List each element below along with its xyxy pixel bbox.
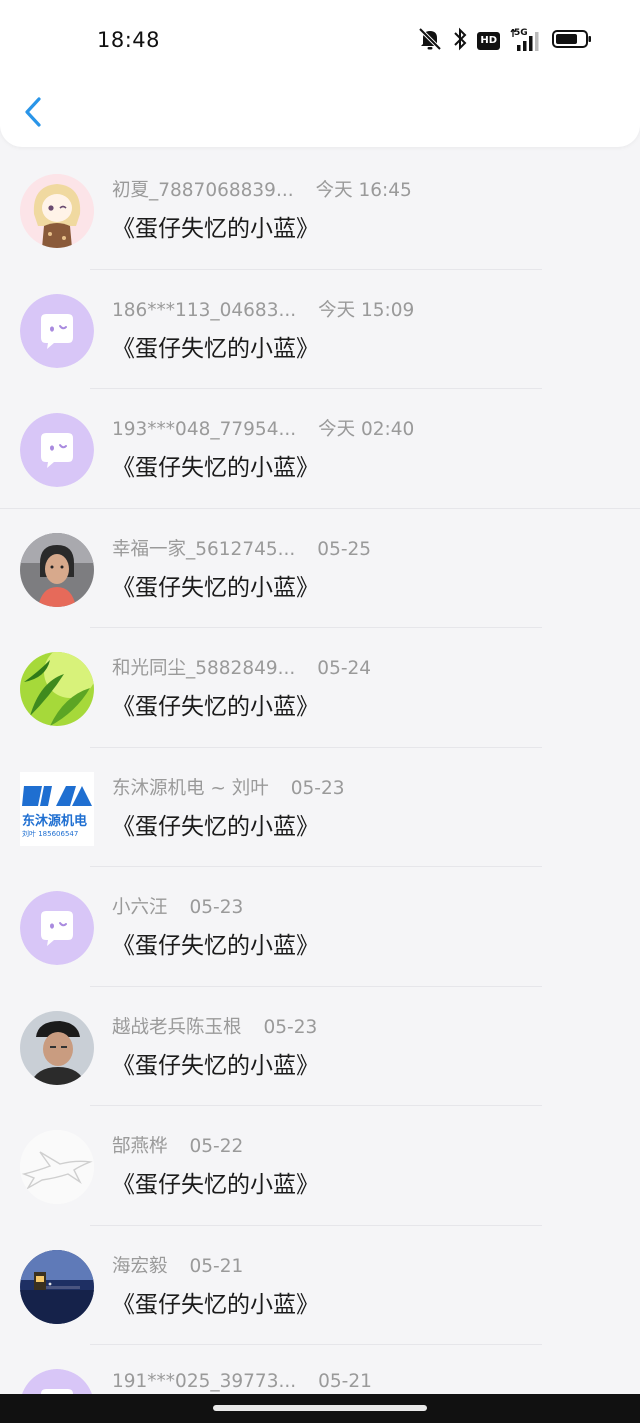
5g-signal-icon: 5G: [510, 28, 542, 53]
default-chat-avatar-icon: [20, 891, 94, 965]
row-date: 今天 15:09: [318, 299, 415, 321]
default-chat-avatar-icon: [20, 293, 94, 368]
row-message: 《蛋仔失忆的小蓝》: [112, 455, 319, 481]
sender-name: 191***025_39773...: [112, 1371, 297, 1392]
sender-name: 193***048_77954...: [112, 419, 297, 440]
hd-icon: HD: [477, 32, 500, 50]
avatar[interactable]: [20, 532, 94, 607]
row-message: 《蛋仔失忆的小蓝》: [112, 1172, 319, 1198]
row-date: 05-21: [189, 1255, 244, 1277]
message-list[interactable]: 初夏_7887068839... 今天 16:45 《蛋仔失忆的小蓝》 186**…: [0, 150, 640, 1394]
avatar[interactable]: [20, 652, 94, 726]
list-item[interactable]: 海宏毅 05-21 《蛋仔失忆的小蓝》: [0, 1226, 640, 1345]
list-item[interactable]: 越战老兵陈玉根 05-23 《蛋仔失忆的小蓝》: [0, 987, 640, 1106]
sender-name: 海宏毅: [112, 1255, 168, 1277]
list-item[interactable]: 幸福一家_5612745... 05-25 《蛋仔失忆的小蓝》: [0, 509, 640, 628]
battery-icon: [552, 28, 592, 54]
default-chat-avatar-icon: [20, 413, 94, 487]
list-item[interactable]: 186***113_04683... 今天 15:09 《蛋仔失忆的小蓝》: [0, 270, 640, 389]
avatar[interactable]: [20, 891, 94, 965]
list-item[interactable]: 191***025_39773... 05-21: [0, 1345, 640, 1394]
row-meta: 海宏毅 05-21: [112, 1252, 243, 1278]
row-message: 《蛋仔失忆的小蓝》: [112, 335, 319, 362]
status-icons: HD 5G: [417, 27, 592, 55]
avatar[interactable]: 东沐源机电 刘叶 185606547: [20, 771, 94, 846]
row-date: 今天 02:40: [318, 419, 415, 440]
row-meta: 191***025_39773... 05-21: [112, 1371, 372, 1392]
row-message: 《蛋仔失忆的小蓝》: [112, 1291, 319, 1318]
row-date: 05-23: [189, 897, 244, 918]
sender-name: 和光同尘_5882849...: [112, 658, 296, 679]
bluetooth-icon: [453, 27, 467, 55]
logo-subtext: 刘叶 185606547: [22, 829, 79, 838]
row-meta: 幸福一家_5612745... 05-25: [112, 535, 371, 561]
row-meta: 小六汪 05-23: [112, 893, 243, 919]
row-date: 05-23: [290, 777, 345, 799]
avatar[interactable]: [20, 1010, 94, 1085]
row-meta: 和光同尘_5882849... 05-24: [112, 654, 371, 680]
avatar[interactable]: [20, 413, 94, 487]
avatar[interactable]: [20, 293, 94, 368]
row-message: 《蛋仔失忆的小蓝》: [112, 1052, 319, 1079]
sender-name: 幸福一家_5612745...: [112, 538, 296, 560]
row-message: 《蛋仔失忆的小蓝》: [112, 694, 319, 720]
sender-name: 186***113_04683...: [112, 299, 297, 321]
avatar[interactable]: [20, 1249, 94, 1324]
list-item[interactable]: 和光同尘_5882849... 05-24 《蛋仔失忆的小蓝》: [0, 628, 640, 748]
row-date: 05-25: [317, 538, 372, 560]
default-chat-avatar-icon: [22, 1369, 92, 1394]
sender-name: 越战老兵陈玉根: [112, 1016, 242, 1038]
row-message: 《蛋仔失忆的小蓝》: [112, 574, 319, 601]
sender-name: 小六汪: [112, 897, 168, 918]
sender-name: 初夏_7887068839...: [112, 180, 294, 201]
logo-text: 东沐源机电: [22, 813, 88, 829]
list-item[interactable]: 小六汪 05-23 《蛋仔失忆的小蓝》: [0, 867, 640, 987]
row-date: 05-24: [317, 658, 372, 679]
list-item[interactable]: 初夏_7887068839... 今天 16:45 《蛋仔失忆的小蓝》: [0, 150, 640, 270]
back-button[interactable]: [18, 92, 52, 132]
row-message: 《蛋仔失忆的小蓝》: [112, 813, 319, 840]
row-meta: 186***113_04683... 今天 15:09: [112, 296, 414, 322]
row-message: 《蛋仔失忆的小蓝》: [112, 933, 319, 959]
row-meta: 东沐源机电 ~ 刘叶 05-23: [112, 774, 345, 800]
top-bar: 18:48 HD 5G: [0, 0, 640, 147]
row-meta: 初夏_7887068839... 今天 16:45: [112, 176, 412, 202]
row-message: 《蛋仔失忆的小蓝》: [112, 216, 319, 242]
row-date: 05-23: [263, 1016, 318, 1038]
avatar[interactable]: [20, 1130, 94, 1204]
bird-icon: [20, 1130, 94, 1204]
row-date: 05-21: [318, 1371, 372, 1392]
system-nav-bar: [0, 1394, 640, 1423]
row-date: 05-22: [189, 1136, 244, 1157]
row-meta: 郜燕桦 05-22: [112, 1132, 243, 1158]
mute-bell-icon: [417, 27, 443, 55]
sender-name: 东沐源机电 ~ 刘叶: [112, 777, 269, 799]
list-item[interactable]: 193***048_77954... 今天 02:40 《蛋仔失忆的小蓝》: [0, 389, 640, 509]
chevron-left-icon: [25, 97, 41, 127]
row-meta: 越战老兵陈玉根 05-23: [112, 1013, 317, 1039]
status-time: 18:48: [97, 28, 161, 52]
home-indicator[interactable]: [213, 1405, 427, 1411]
list-item[interactable]: 郜燕桦 05-22 《蛋仔失忆的小蓝》: [0, 1106, 640, 1226]
avatar[interactable]: [20, 1369, 94, 1394]
row-date: 今天 16:45: [315, 180, 412, 201]
sender-name: 郜燕桦: [112, 1136, 168, 1157]
avatar[interactable]: [20, 174, 94, 248]
row-meta: 193***048_77954... 今天 02:40: [112, 415, 414, 441]
list-item[interactable]: 东沐源机电 刘叶 185606547 东沐源机电 ~ 刘叶 05-23 《蛋仔失忆…: [0, 748, 640, 867]
